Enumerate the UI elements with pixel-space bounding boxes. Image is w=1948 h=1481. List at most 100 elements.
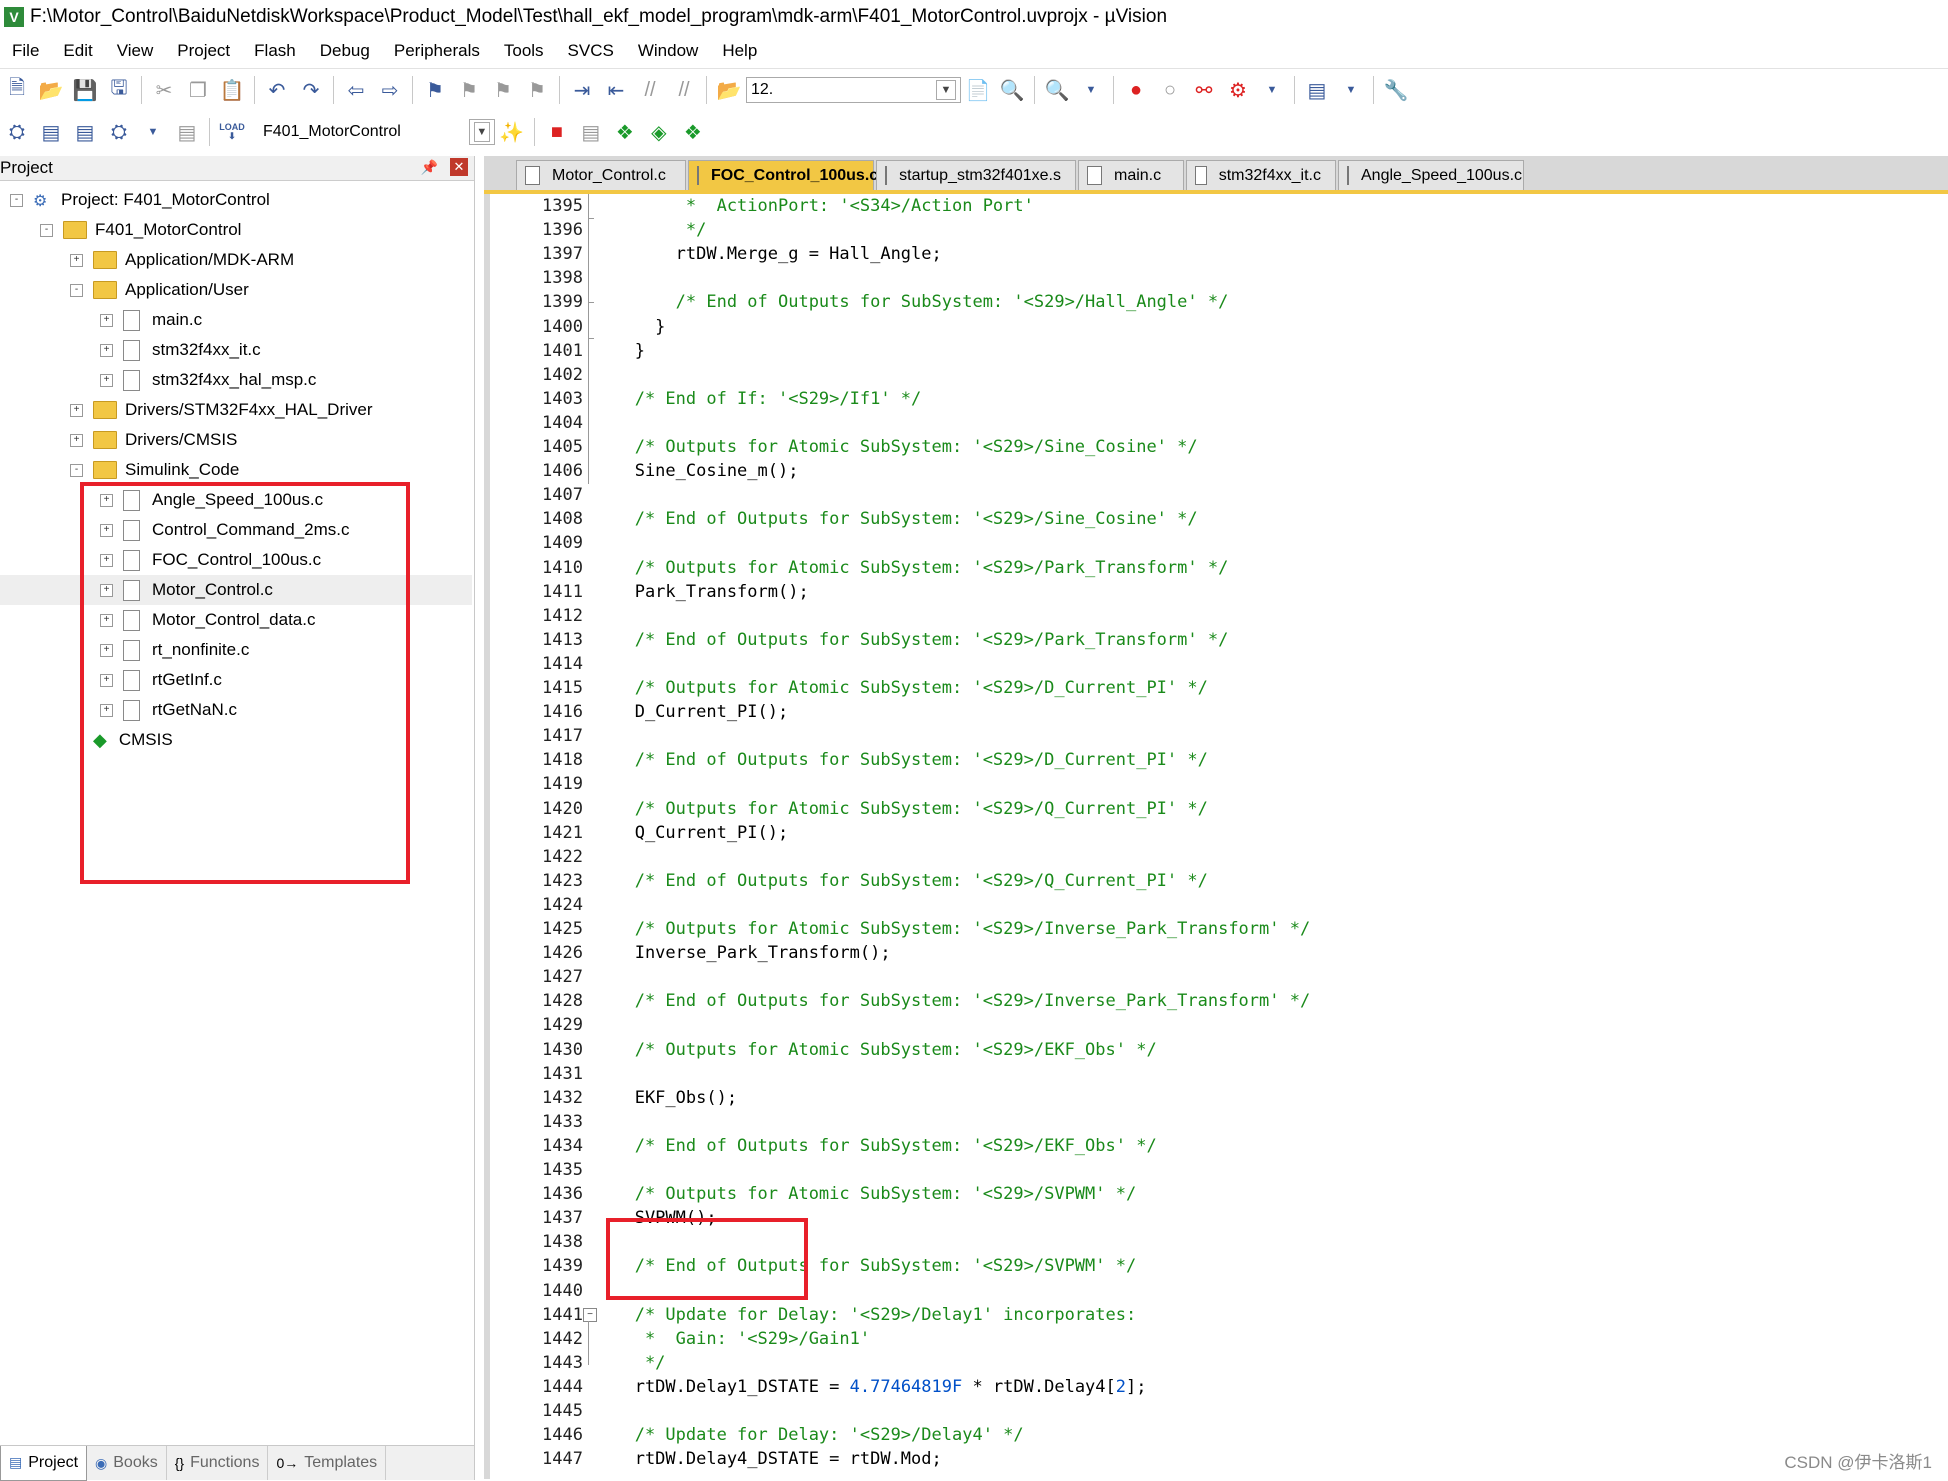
chevron-down-icon[interactable]: ▼: [1259, 77, 1285, 103]
collapse-icon[interactable]: -: [40, 223, 53, 237]
close-icon[interactable]: ✕: [450, 158, 468, 176]
menu-window[interactable]: Window: [626, 41, 710, 61]
cut-icon[interactable]: ✂: [151, 77, 177, 103]
select-packs-icon[interactable]: ◈: [646, 119, 672, 145]
editor-tab-main-c[interactable]: main.c: [1078, 160, 1184, 190]
collapse-icon[interactable]: −: [583, 1308, 597, 1322]
clear-bookmarks-icon[interactable]: ⚑: [524, 77, 550, 103]
rebuild-icon[interactable]: ▤: [72, 119, 98, 145]
tree-item-application-mdk-arm[interactable]: + Application/MDK-ARM: [0, 245, 294, 275]
save-icon[interactable]: 💾: [72, 77, 98, 103]
build-icon[interactable]: ▤: [38, 119, 64, 145]
code-text: rtDW.Delay1_DSTATE =: [604, 1377, 850, 1397]
kill-breakpoints-icon[interactable]: ⚯: [1191, 77, 1217, 103]
find-in-files-icon[interactable]: 📂: [716, 77, 742, 103]
navigate-back-icon[interactable]: ⇦: [343, 77, 369, 103]
configure-icon[interactable]: ⚙: [1225, 77, 1251, 103]
tree-item-drivers-stm32f4xx-hal-driver[interactable]: + Drivers/STM32F4xx_HAL_Driver: [0, 395, 373, 425]
menu-edit[interactable]: Edit: [51, 41, 104, 61]
uncomment-icon[interactable]: //: [671, 77, 697, 103]
file-extensions-icon[interactable]: ▤: [578, 119, 604, 145]
menu-help[interactable]: Help: [710, 41, 769, 61]
collapse-icon[interactable]: -: [70, 463, 83, 477]
disable-breakpoint-icon[interactable]: ○: [1157, 77, 1183, 103]
chevron-down-icon[interactable]: ▼: [1338, 77, 1364, 103]
menu-svcs[interactable]: SVCS: [556, 41, 626, 61]
editor-tab-startup-stm32f401xe-s[interactable]: startup_stm32f401xe.s: [876, 160, 1076, 190]
open-file-icon[interactable]: 📂: [38, 77, 64, 103]
translate-icon[interactable]: ⛭: [4, 119, 30, 145]
tree-item-f401-motorcontrol[interactable]: - F401_MotorControl: [0, 215, 241, 245]
comment-icon[interactable]: //: [637, 77, 663, 103]
next-bookmark-icon[interactable]: ⚑: [490, 77, 516, 103]
incremental-find-icon[interactable]: 🔍: [999, 77, 1025, 103]
find-icon[interactable]: 📄: [965, 77, 991, 103]
tab-functions-label: Functions: [190, 1454, 260, 1471]
window-layout-icon[interactable]: ▤: [1304, 77, 1330, 103]
load-icon[interactable]: LOAD ⬇: [219, 119, 245, 145]
chevron-down-icon[interactable]: ▼: [140, 119, 166, 145]
expand-icon[interactable]: +: [100, 313, 113, 327]
menu-file[interactable]: File: [0, 41, 51, 61]
tree-item-simulink-code[interactable]: - Simulink_Code: [0, 455, 239, 485]
manage-project-items-icon[interactable]: ■: [544, 119, 570, 145]
menu-view[interactable]: View: [105, 41, 166, 61]
pack-installer-icon[interactable]: ❖: [680, 119, 706, 145]
target-options-icon[interactable]: ✨: [499, 119, 525, 145]
menu-debug[interactable]: Debug: [308, 41, 382, 61]
navigate-forward-icon[interactable]: ⇨: [377, 77, 403, 103]
menu-project[interactable]: Project: [165, 41, 242, 61]
new-file-icon[interactable]: 🗎: [4, 77, 30, 103]
chevron-down-icon[interactable]: ▼: [473, 122, 490, 142]
pin-icon[interactable]: 📌: [421, 159, 438, 176]
menu-tools[interactable]: Tools: [492, 41, 556, 61]
collapse-icon[interactable]: -: [70, 283, 83, 297]
chevron-down-icon[interactable]: ▼: [1078, 77, 1104, 103]
run-time-environment-icon[interactable]: ❖: [612, 119, 638, 145]
expand-icon[interactable]: +: [70, 403, 83, 417]
editor-tab-stm32f4xx-it-c[interactable]: stm32f4xx_it.c: [1186, 160, 1336, 190]
editor-tab-foc-control-100us-c[interactable]: FOC_Control_100us.c: [688, 160, 878, 190]
target-combo[interactable]: ▼: [468, 119, 495, 145]
tree-item-label: Drivers/STM32F4xx_HAL_Driver: [125, 400, 373, 419]
stop-build-icon[interactable]: ▤: [174, 119, 200, 145]
line-number: 1433: [542, 1112, 583, 1132]
find-combo[interactable]: 12. ▼: [746, 77, 961, 103]
code-line: /* Outputs for Atomic SubSystem: '<S29>/…: [604, 917, 1311, 941]
breakpoint-icon[interactable]: ●: [1123, 77, 1149, 103]
editor-tab-angle-speed-100us-c[interactable]: Angle_Speed_100us.c: [1338, 160, 1524, 190]
indent-icon[interactable]: ⇥: [569, 77, 595, 103]
tree-item-application-user[interactable]: - Application/User: [0, 275, 249, 305]
expand-icon[interactable]: +: [100, 343, 113, 357]
wrench-icon[interactable]: 🔧: [1383, 77, 1409, 103]
bookmark-icon[interactable]: ⚑: [422, 77, 448, 103]
expand-icon[interactable]: +: [70, 433, 83, 447]
collapse-icon[interactable]: -: [10, 193, 23, 207]
debug-session-icon[interactable]: 🔍: [1044, 77, 1070, 103]
tab-functions[interactable]: {} Functions: [167, 1446, 269, 1480]
tab-books[interactable]: ◉ Books: [87, 1446, 167, 1480]
tab-templates[interactable]: 0→ Templates: [268, 1446, 387, 1480]
save-all-icon[interactable]: 🖫: [106, 77, 132, 103]
tree-item-stm32f4xx-hal-msp-c[interactable]: + stm32f4xx_hal_msp.c: [0, 365, 316, 395]
redo-icon[interactable]: ↷: [298, 77, 324, 103]
unindent-icon[interactable]: ⇤: [603, 77, 629, 103]
expand-icon[interactable]: +: [100, 373, 113, 387]
expand-icon[interactable]: +: [70, 253, 83, 267]
tree-item-label: Project: F401_MotorControl: [61, 190, 270, 209]
undo-icon[interactable]: ↶: [264, 77, 290, 103]
editor-tab-motor-control-c[interactable]: Motor_Control.c: [516, 160, 686, 190]
menu-flash[interactable]: Flash: [242, 41, 308, 61]
tree-item-drivers-cmsis[interactable]: + Drivers/CMSIS: [0, 425, 237, 455]
tab-project[interactable]: ▤ Project: [0, 1445, 88, 1481]
batch-build-icon[interactable]: ⛭: [106, 119, 132, 145]
menu-peripherals[interactable]: Peripherals: [382, 41, 492, 61]
chevron-down-icon[interactable]: ▼: [936, 80, 956, 100]
copy-icon[interactable]: ❐: [185, 77, 211, 103]
tree-item-stm32f4xx-it-c[interactable]: + stm32f4xx_it.c: [0, 335, 261, 365]
code-line: /* End of If: '<S29>/If1' */: [604, 387, 922, 411]
paste-icon[interactable]: 📋: [219, 77, 245, 103]
tree-item-project-f401-motorcontrol[interactable]: - ⚙ Project: F401_MotorControl: [0, 185, 270, 215]
prev-bookmark-icon[interactable]: ⚑: [456, 77, 482, 103]
tree-item-main-c[interactable]: + main.c: [0, 305, 202, 335]
